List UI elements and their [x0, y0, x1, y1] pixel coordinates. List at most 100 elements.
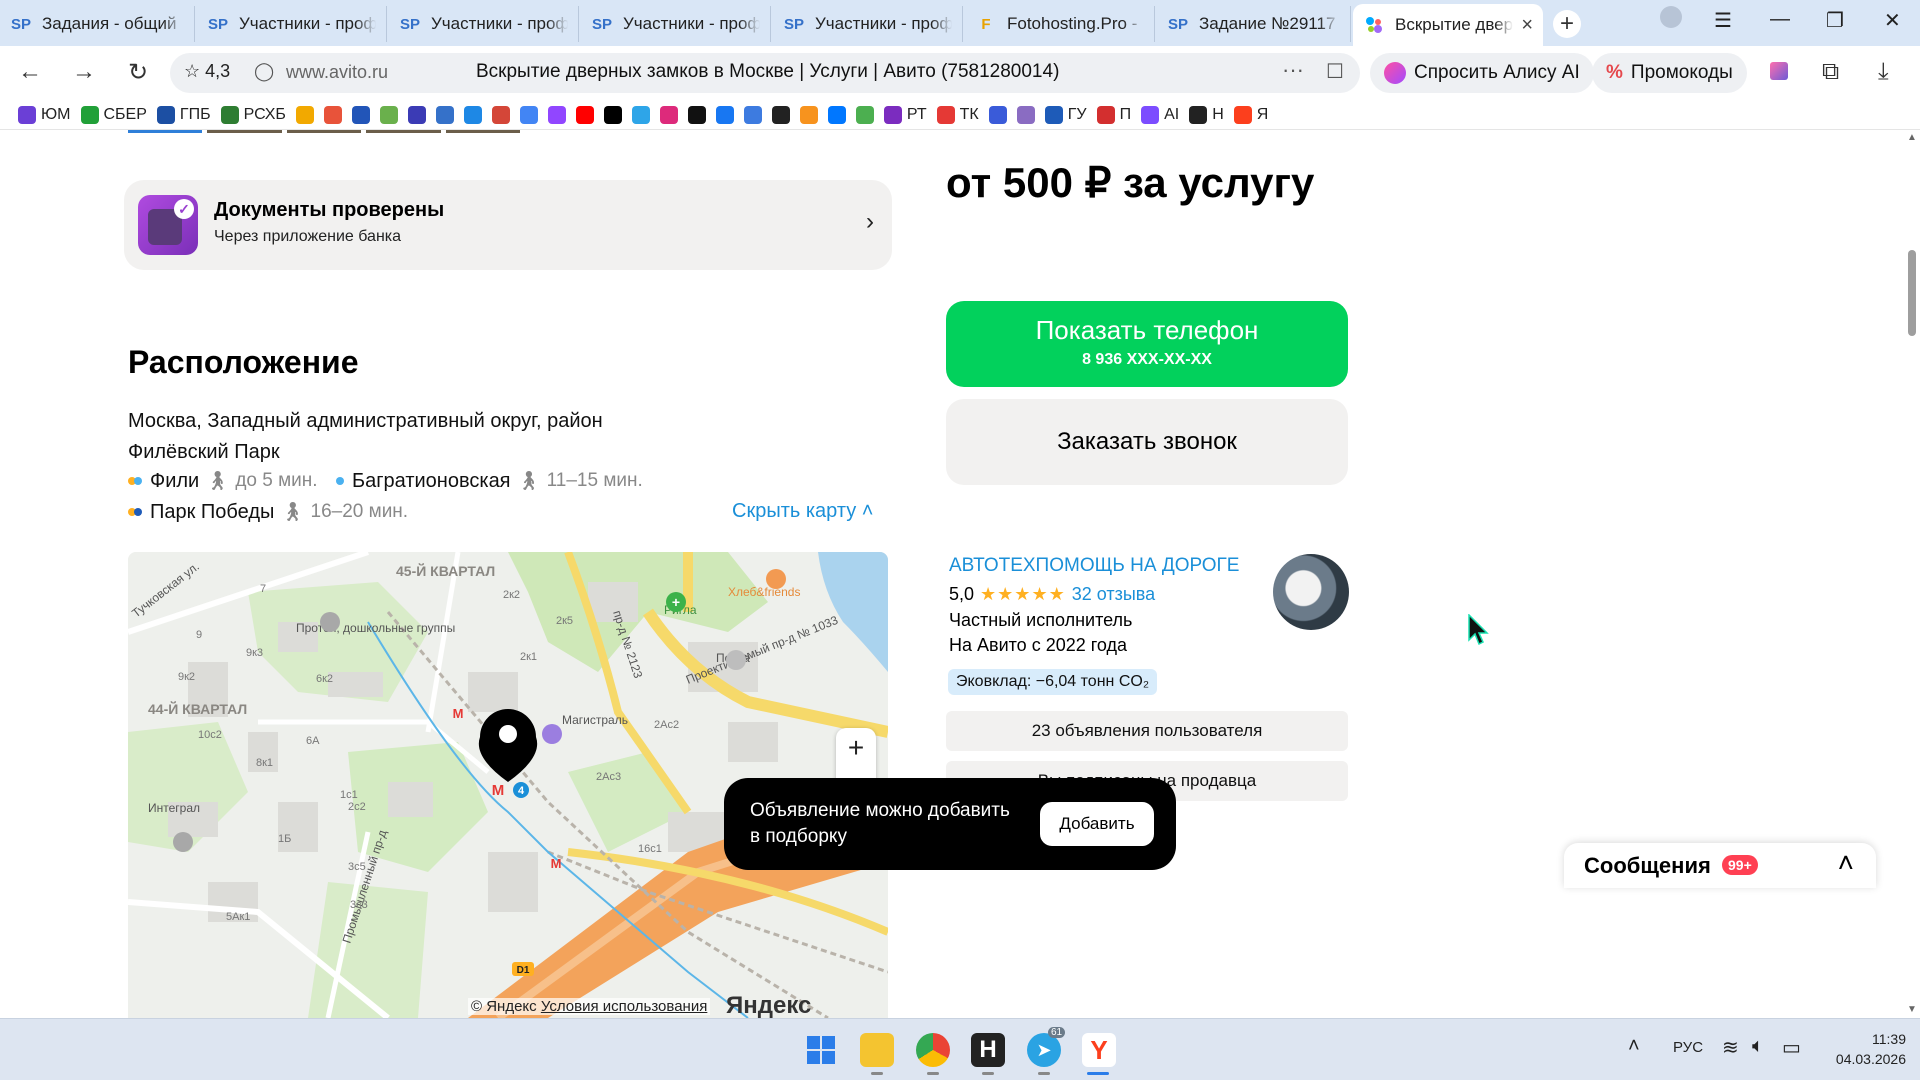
- bookmark-item[interactable]: [407, 105, 426, 124]
- seller-ads-button[interactable]: 23 объявления пользователя: [946, 711, 1348, 751]
- bookmark-item[interactable]: [771, 105, 790, 124]
- more-icon[interactable]: ···: [1282, 57, 1304, 83]
- telegram-icon[interactable]: ➤: [1027, 1033, 1061, 1067]
- profile-icon[interactable]: [1660, 6, 1682, 28]
- menu-icon[interactable]: ☰: [1714, 8, 1732, 33]
- shield-icon[interactable]: ◯: [254, 61, 274, 82]
- bookmark-item[interactable]: [743, 105, 762, 124]
- thumbnail[interactable]: [128, 130, 203, 133]
- bookmark-item[interactable]: Н: [1189, 105, 1224, 124]
- minimize-icon[interactable]: —: [1770, 8, 1790, 31]
- back-icon[interactable]: ←: [18, 58, 42, 86]
- browser-tab[interactable]: SP Участники - проф: [581, 6, 771, 42]
- bookmark-item[interactable]: РСХБ: [220, 105, 286, 124]
- bookmark-item[interactable]: [988, 105, 1007, 124]
- bookmark-item[interactable]: [799, 105, 818, 124]
- place-marker[interactable]: [173, 832, 193, 852]
- image-extension-icon[interactable]: [1770, 62, 1788, 80]
- scrollbar-thumb[interactable]: [1908, 250, 1916, 336]
- new-tab-button[interactable]: +: [1553, 10, 1581, 38]
- tray-chevron-icon[interactable]: ˄: [1628, 1035, 1640, 1058]
- seller-avatar[interactable]: [1273, 554, 1349, 630]
- extensions-icon[interactable]: ⧉: [1822, 58, 1839, 86]
- forward-icon[interactable]: →: [72, 58, 96, 86]
- bookmark-item[interactable]: [519, 105, 538, 124]
- show-phone-button[interactable]: Показать телефон 8 936 XXX-XX-XX: [946, 301, 1348, 387]
- browser-tab-active[interactable]: Вскрытие двер ×: [1353, 4, 1543, 46]
- clock-time[interactable]: 11:39: [1862, 1031, 1906, 1047]
- chrome-icon[interactable]: [916, 1033, 950, 1067]
- thumbnail[interactable]: [286, 130, 362, 133]
- thumbnail[interactable]: [445, 130, 521, 133]
- url-box[interactable]: ☆ 4,3 ◯ www.avito.ru Вскрытие дверных за…: [170, 53, 1360, 93]
- bookmark-item[interactable]: [603, 105, 622, 124]
- battery-icon[interactable]: ▭: [1782, 1035, 1801, 1060]
- browser-tab[interactable]: SP Задания - общий: [0, 6, 195, 42]
- hide-map-link[interactable]: Скрыть карту ˄: [732, 500, 873, 523]
- bookmark-item[interactable]: [435, 105, 454, 124]
- close-window-icon[interactable]: ✕: [1884, 8, 1901, 33]
- download-icon[interactable]: ⤓: [1878, 58, 1889, 86]
- thumbnail[interactable]: [207, 130, 282, 133]
- eco-badge[interactable]: Эковклад: −6,04 тонн CO₂: [948, 669, 1158, 695]
- restore-icon[interactable]: ❐: [1826, 8, 1844, 33]
- reload-icon[interactable]: ↻: [128, 58, 148, 87]
- thumbnail[interactable]: [366, 130, 441, 133]
- fuel-marker[interactable]: [542, 724, 562, 744]
- volume-icon[interactable]: 🔈︎: [1752, 1035, 1764, 1058]
- cafe-marker[interactable]: [766, 569, 786, 589]
- request-callback-button[interactable]: Заказать звонок: [946, 399, 1348, 485]
- bookmark-icon[interactable]: ☐: [1326, 59, 1344, 84]
- bookmark-item[interactable]: РТ: [883, 105, 927, 124]
- bookmark-item[interactable]: [855, 105, 874, 124]
- chevron-up-icon[interactable]: ˄: [1838, 847, 1854, 879]
- input-language[interactable]: РУС: [1673, 1039, 1703, 1056]
- reviews-link[interactable]: 32 отзыва: [1072, 584, 1155, 605]
- photo-thumbnails[interactable]: [128, 130, 521, 133]
- messages-widget[interactable]: Сообщения 99+ ˄: [1564, 843, 1876, 888]
- bookmark-item[interactable]: ТК: [936, 105, 979, 124]
- bookmark-item[interactable]: [351, 105, 370, 124]
- browser-tab[interactable]: SP Задание №29117: [1157, 6, 1351, 42]
- promo-button[interactable]: % Промокоды: [1592, 53, 1747, 93]
- map-terms-link[interactable]: Условия использования: [541, 998, 708, 1015]
- bookmark-item[interactable]: ЮМ: [18, 105, 71, 124]
- zoom-in-icon[interactable]: +: [836, 728, 876, 768]
- browser-tab[interactable]: SP Участники - проф: [773, 6, 963, 42]
- bookmark-item[interactable]: [463, 105, 482, 124]
- bookmark-item[interactable]: [687, 105, 706, 124]
- clock-date[interactable]: 04.03.2026: [1824, 1051, 1906, 1067]
- bookmark-item[interactable]: AI: [1141, 105, 1179, 124]
- bookmark-item[interactable]: [295, 105, 314, 124]
- bookmark-item[interactable]: [827, 105, 846, 124]
- bookmark-item[interactable]: [715, 105, 734, 124]
- bookmark-item[interactable]: [1016, 105, 1035, 124]
- bookmark-item[interactable]: ГПБ: [156, 105, 211, 124]
- documents-verified-card[interactable]: ✓ Документы проверены Через приложение б…: [124, 180, 892, 270]
- bookmark-item[interactable]: [631, 105, 650, 124]
- page-scrollbar[interactable]: ▲ ▼: [1904, 130, 1920, 1018]
- bookmark-item[interactable]: [323, 105, 342, 124]
- bookmark-item[interactable]: ГУ: [1044, 105, 1087, 124]
- browser-tab[interactable]: SP Участники - проф: [389, 6, 579, 42]
- seller-name-link[interactable]: АВТОТЕХПОМОЩЬ НА ДОРОГЕ: [949, 555, 1239, 577]
- scroll-down-icon[interactable]: ▼: [1907, 1004, 1917, 1015]
- bookmark-item[interactable]: Я: [1233, 105, 1268, 124]
- scroll-up-icon[interactable]: ▲: [1907, 132, 1917, 143]
- site-rating[interactable]: ☆ 4,3: [184, 61, 230, 82]
- hyper-icon[interactable]: H: [971, 1033, 1005, 1067]
- bookmark-item[interactable]: [575, 105, 594, 124]
- bookmark-item[interactable]: [659, 105, 678, 124]
- wifi-icon[interactable]: ≋: [1722, 1035, 1739, 1060]
- file-explorer-icon[interactable]: [860, 1033, 894, 1067]
- bookmark-item[interactable]: [379, 105, 398, 124]
- yandex-browser-icon[interactable]: Y: [1082, 1033, 1116, 1067]
- add-to-collection-button[interactable]: Добавить: [1040, 802, 1154, 846]
- bookmark-item[interactable]: [547, 105, 566, 124]
- bookmark-item[interactable]: П: [1096, 105, 1131, 124]
- browser-tab[interactable]: F Fotohosting.Pro -: [965, 6, 1155, 42]
- alice-button[interactable]: Спросить Алису AI: [1370, 53, 1594, 93]
- bookmark-item[interactable]: [491, 105, 510, 124]
- shop-marker[interactable]: [726, 650, 746, 670]
- bookmark-item[interactable]: СБЕР: [80, 105, 147, 124]
